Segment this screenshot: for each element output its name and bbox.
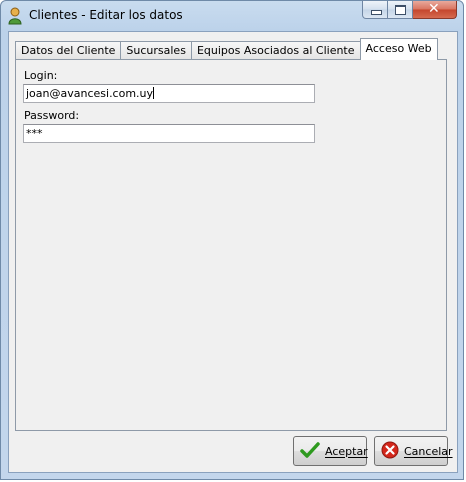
text-caret [153, 87, 155, 99]
password-label: Password: [24, 109, 80, 122]
accept-label: Aceptar [325, 444, 368, 458]
cancel-button[interactable]: Cancelar [374, 436, 453, 466]
password-field[interactable]: *** [23, 124, 315, 143]
checkmark-icon [300, 441, 320, 462]
tab-datos-del-cliente[interactable]: Datos del Cliente [15, 41, 122, 60]
tab-equipos-asociados[interactable]: Equipos Asociados al Cliente [190, 41, 361, 60]
maximize-icon [395, 5, 406, 15]
tab-acceso-web[interactable]: Acceso Web [359, 38, 438, 60]
maximize-button[interactable] [388, 1, 413, 19]
login-value: joan@avancesi.com.uy [26, 87, 154, 100]
user-icon [7, 7, 23, 25]
close-icon: ✕ [428, 1, 440, 17]
password-value: *** [26, 127, 43, 140]
title-bar[interactable]: Clientes - Editar los datos ✕ [1, 1, 463, 31]
dialog-window: Clientes - Editar los datos ✕ Datos del … [0, 0, 464, 480]
dialog-body: Datos del Cliente Sucursales Equipos Aso… [8, 31, 458, 473]
minimize-icon [371, 10, 382, 15]
window-controls: ✕ [362, 1, 457, 21]
login-field[interactable]: joan@avancesi.com.uy [23, 84, 315, 103]
cancel-label: Cancelar [404, 444, 453, 458]
accept-button[interactable]: Aceptar [293, 436, 368, 466]
cancel-circle-icon [381, 441, 399, 462]
login-label: Login: [24, 69, 58, 82]
tab-sucursales[interactable]: Sucursales [120, 41, 192, 60]
tab-strip: Datos del Cliente Sucursales Equipos Aso… [15, 38, 438, 60]
close-button[interactable]: ✕ [413, 1, 457, 19]
acceso-web-panel: Login: joan@avancesi.com.uy Password: **… [15, 59, 447, 431]
minimize-button[interactable] [362, 1, 388, 19]
window-title: Clientes - Editar los datos [29, 8, 183, 22]
